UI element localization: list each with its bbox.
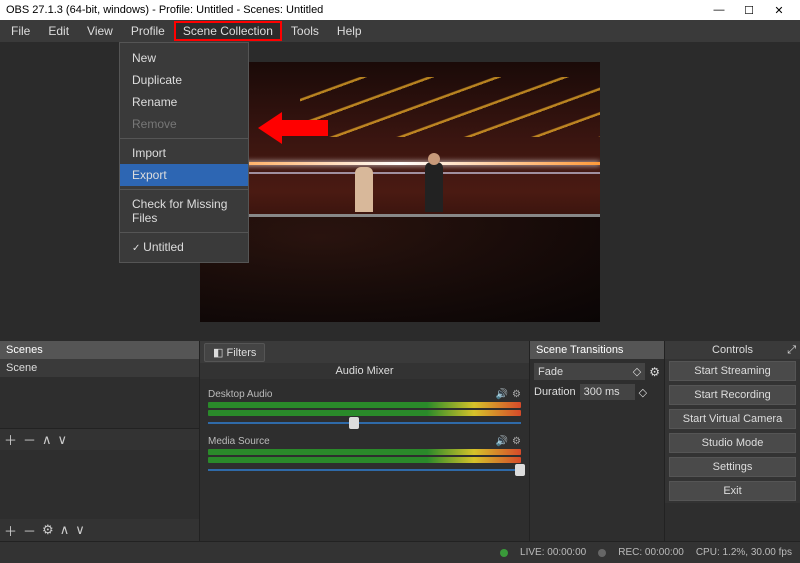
live-status-icon bbox=[500, 549, 508, 557]
filter-icon: ◧ bbox=[213, 347, 223, 359]
dd-new[interactable]: New bbox=[120, 47, 248, 69]
dd-check-missing[interactable]: Check for Missing Files bbox=[120, 193, 248, 229]
add-source-button[interactable]: ＋ bbox=[4, 521, 17, 540]
source-down-button[interactable]: ∨ bbox=[75, 522, 85, 538]
scene-down-button[interactable]: ∨ bbox=[58, 432, 68, 448]
add-scene-button[interactable]: ＋ bbox=[4, 430, 17, 449]
sources-toolbar: ＋ － ⚙ ∧ ∨ bbox=[0, 519, 199, 541]
minimize-button[interactable]: — bbox=[704, 0, 734, 20]
audio-meter bbox=[208, 457, 521, 463]
dd-rename[interactable]: Rename bbox=[120, 91, 248, 113]
scenes-header: Scenes bbox=[0, 341, 199, 359]
duration-label: Duration bbox=[534, 386, 576, 398]
dd-separator bbox=[120, 138, 248, 139]
close-button[interactable]: ✕ bbox=[764, 0, 794, 20]
speaker-icon[interactable]: 🔊 bbox=[496, 389, 508, 400]
start-recording-button[interactable]: Start Recording bbox=[669, 385, 796, 405]
track-settings-button[interactable]: ⚙ bbox=[512, 389, 521, 400]
source-up-button[interactable]: ∧ bbox=[60, 522, 70, 538]
menu-profile[interactable]: Profile bbox=[122, 21, 174, 41]
expand-icon[interactable]: ⤢ bbox=[787, 344, 796, 357]
exit-button[interactable]: Exit bbox=[669, 481, 796, 501]
filters-button[interactable]: ◧ Filters bbox=[204, 343, 265, 362]
audio-meter bbox=[208, 449, 521, 455]
scene-collection-dropdown: New Duplicate Rename Remove Import Expor… bbox=[119, 42, 249, 263]
dd-duplicate[interactable]: Duplicate bbox=[120, 69, 248, 91]
spinner-icon[interactable]: ◇ bbox=[639, 386, 647, 399]
audio-meter bbox=[208, 410, 521, 416]
mixer-title: Audio Mixer bbox=[200, 363, 529, 379]
transition-settings-button[interactable]: ⚙ bbox=[649, 365, 660, 379]
transitions-header: Scene Transitions bbox=[530, 341, 664, 359]
start-streaming-button[interactable]: Start Streaming bbox=[669, 361, 796, 381]
dd-export[interactable]: Export bbox=[120, 164, 248, 186]
preview-canvas bbox=[200, 62, 600, 322]
menu-edit[interactable]: Edit bbox=[39, 21, 78, 41]
window-title: OBS 27.1.3 (64-bit, windows) - Profile: … bbox=[6, 4, 704, 16]
scene-up-button[interactable]: ∧ bbox=[42, 432, 52, 448]
dd-import[interactable]: Import bbox=[120, 142, 248, 164]
audio-mixer-panel: ◧ Filters Audio Mixer Desktop Audio 🔊 ⚙ bbox=[200, 341, 530, 541]
volume-slider[interactable] bbox=[208, 422, 521, 424]
dd-separator bbox=[120, 232, 248, 233]
dd-separator bbox=[120, 189, 248, 190]
controls-panel: Controls ⤢ Start Streaming Start Recordi… bbox=[665, 341, 800, 541]
start-virtual-camera-button[interactable]: Start Virtual Camera bbox=[669, 409, 796, 429]
scenes-panel: Scenes Scene ＋ － ∧ ∨ ＋ － ⚙ ∧ ∨ bbox=[0, 341, 200, 541]
scenes-toolbar: ＋ － ∧ ∨ bbox=[0, 428, 199, 450]
dd-remove: Remove bbox=[120, 113, 248, 135]
chevron-updown-icon: ◇ bbox=[633, 365, 641, 378]
transition-select[interactable]: Fade ◇ bbox=[534, 363, 645, 380]
cpu-status: CPU: 1.2%, 30.00 fps bbox=[696, 547, 792, 558]
duration-input[interactable]: 300 ms bbox=[580, 384, 635, 400]
audio-meter bbox=[208, 402, 521, 408]
remove-scene-button[interactable]: － bbox=[23, 430, 36, 449]
title-bar: OBS 27.1.3 (64-bit, windows) - Profile: … bbox=[0, 0, 800, 20]
live-status: LIVE: 00:00:00 bbox=[520, 547, 586, 558]
rec-status-icon bbox=[598, 549, 606, 557]
menu-scene-collection[interactable]: Scene Collection bbox=[174, 21, 282, 41]
dd-untitled[interactable]: Untitled bbox=[120, 236, 248, 258]
remove-source-button[interactable]: － bbox=[23, 521, 36, 540]
scene-item[interactable]: Scene bbox=[0, 359, 199, 377]
track-desktop-audio-label: Desktop Audio bbox=[208, 389, 273, 400]
transitions-panel: Scene Transitions Fade ◇ ⚙ Duration 300 … bbox=[530, 341, 665, 541]
maximize-button[interactable]: ☐ bbox=[734, 0, 764, 20]
speaker-icon[interactable]: 🔊 bbox=[496, 436, 508, 447]
source-settings-button[interactable]: ⚙ bbox=[42, 522, 54, 538]
studio-mode-button[interactable]: Studio Mode bbox=[669, 433, 796, 453]
annotation-arrow-icon bbox=[258, 110, 328, 146]
volume-slider[interactable] bbox=[208, 469, 521, 471]
menu-tools[interactable]: Tools bbox=[282, 21, 328, 41]
menu-file[interactable]: File bbox=[2, 21, 39, 41]
controls-header: Controls bbox=[712, 344, 753, 356]
menu-help[interactable]: Help bbox=[328, 21, 371, 41]
status-bar: LIVE: 00:00:00 REC: 00:00:00 CPU: 1.2%, … bbox=[0, 541, 800, 563]
rec-status: REC: 00:00:00 bbox=[618, 547, 684, 558]
menu-bar: File Edit View Profile Scene Collection … bbox=[0, 20, 800, 42]
settings-button[interactable]: Settings bbox=[669, 457, 796, 477]
track-media-source-label: Media Source bbox=[208, 436, 270, 447]
menu-view[interactable]: View bbox=[78, 21, 122, 41]
track-settings-button[interactable]: ⚙ bbox=[512, 436, 521, 447]
